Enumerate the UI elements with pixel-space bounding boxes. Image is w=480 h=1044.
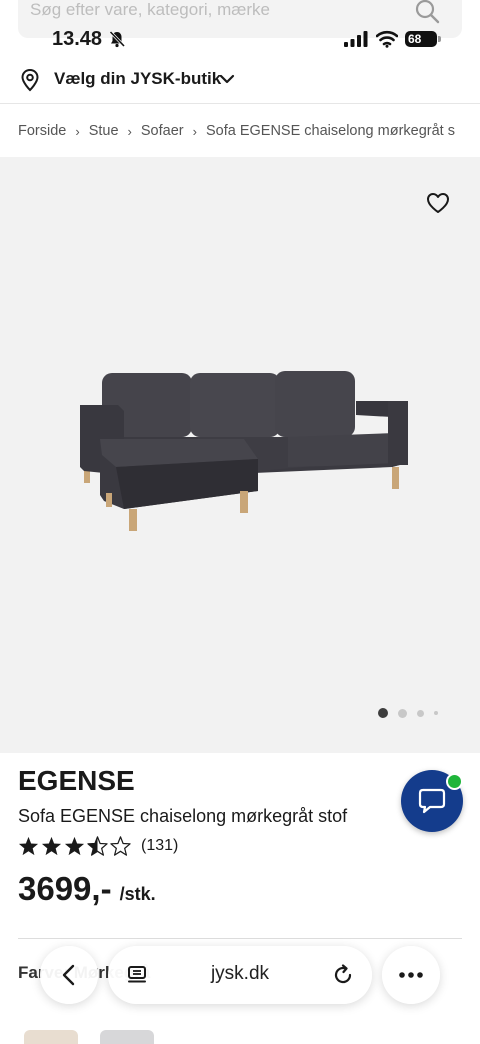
product-price: 3699,- [18,870,112,907]
breadcrumb-sofas[interactable]: Sofaer [141,123,184,139]
status-time: 13.48 [52,28,103,50]
store-selector[interactable]: Vælg din JYSK-butik [0,58,480,102]
breadcrumb-living-room[interactable]: Stue [89,123,119,139]
product-image-gallery[interactable] [0,157,480,753]
breadcrumb-separator-icon: › [75,123,80,139]
online-status-dot [446,773,463,790]
breadcrumb: Forside › Stue › Sofaer › Sofa EGENSE ch… [18,120,462,142]
location-pin-icon [21,68,39,92]
color-swatch-grey[interactable] [100,1030,154,1044]
star-half-icon [87,836,108,856]
heart-favorite-icon[interactable] [426,192,450,214]
battery-indicator: 68 [405,31,437,47]
gallery-dot[interactable] [398,708,407,718]
gallery-dot[interactable] [434,711,438,715]
browser-back-button[interactable] [40,946,98,1004]
color-swatch-beige[interactable] [24,1030,78,1044]
sofa-product-image [80,371,408,531]
breadcrumb-current-product: Sofa EGENSE chaiselong mørkegråt s [205,123,455,139]
price-row: 3699,- /stk. [18,870,156,908]
breadcrumb-home[interactable]: Forside [18,123,66,139]
product-description: Sofa EGENSE chaiselong mørkegråt stof [18,806,348,826]
more-options-icon [399,972,423,978]
gallery-dot[interactable] [417,709,424,717]
review-count[interactable]: (131) [141,837,178,855]
browser-address-bar[interactable]: jysk.dk [108,946,372,1004]
wifi-icon [376,30,398,48]
star-filled-icon [18,836,39,856]
chevron-down-icon[interactable] [218,70,236,88]
star-filled-icon [64,836,85,856]
product-title: EGENSE [18,765,135,796]
price-unit: /stk. [119,884,156,904]
bell-muted-icon [109,30,126,48]
reload-icon[interactable] [332,964,354,986]
section-divider [18,938,462,939]
star-filled-icon [41,836,62,856]
search-icon[interactable] [414,0,440,24]
search-placeholder[interactable]: Søg efter vare, kategori, mærke [30,0,270,20]
product-rating[interactable]: (131) [18,836,178,856]
chevron-left-icon [62,964,75,986]
battery-tip [438,36,441,42]
chat-bubble-icon [418,788,446,814]
store-selector-label[interactable]: Vælg din JYSK-butik [54,69,221,89]
breadcrumb-separator-icon: › [127,123,132,139]
gallery-pagination [378,708,438,718]
gallery-dot[interactable] [378,708,388,718]
breadcrumb-separator-icon: › [192,123,197,139]
battery-level: 68 [408,32,422,46]
browser-more-button[interactable] [382,946,440,1004]
star-empty-icon [110,836,131,856]
product-page: Søg efter vare, kategori, mærke 13.48 68… [0,0,480,1044]
header-divider [0,103,480,104]
cellular-signal-icon [344,31,368,47]
status-bar: 13.48 68 [0,22,480,58]
